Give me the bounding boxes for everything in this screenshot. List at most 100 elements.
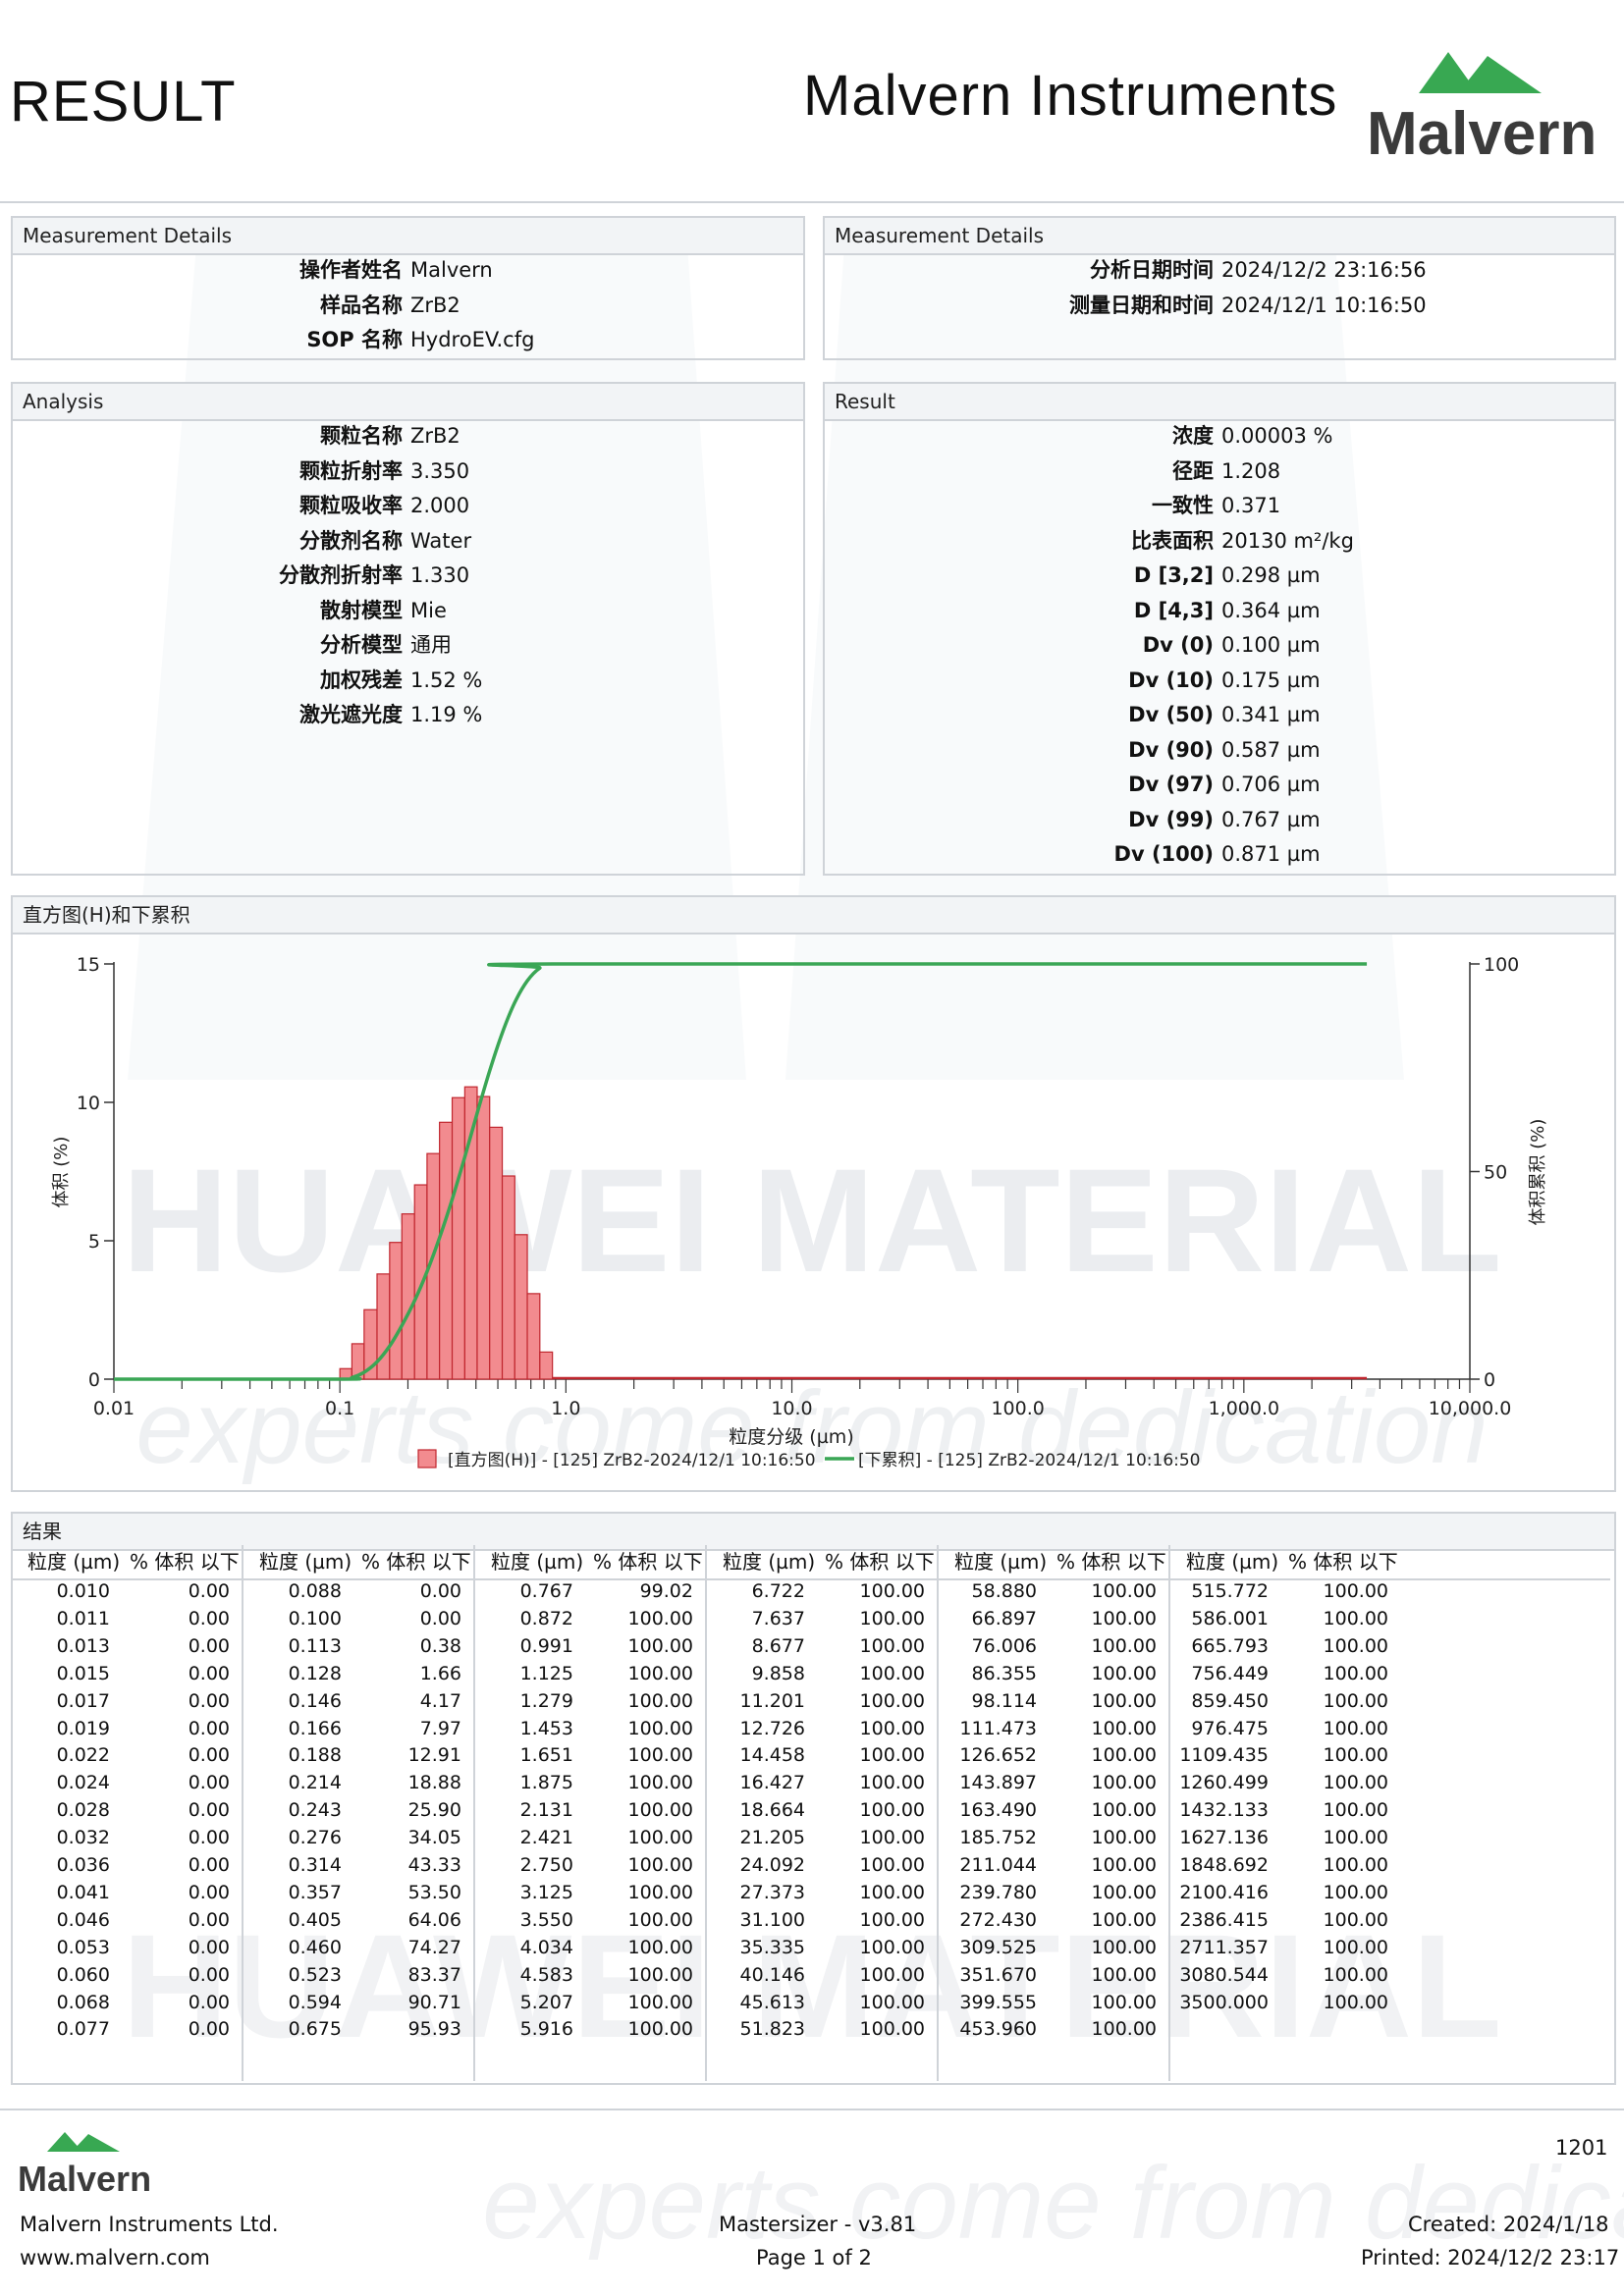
table-cell-size: 0.675 xyxy=(288,2018,342,2041)
histogram-bar xyxy=(489,1126,504,1380)
footer-website[interactable]: www.malvern.com xyxy=(20,2246,210,2269)
table-cell-size: 185.752 xyxy=(959,1827,1037,1849)
table-cell-volume: 0.00 xyxy=(188,1827,230,1849)
table-cell-volume: 100.00 xyxy=(859,1662,925,1684)
column-header-volume: % 体积 以下 xyxy=(130,1550,240,1574)
table-cell-size: 2.750 xyxy=(519,1854,573,1876)
table-cell-volume: 100.00 xyxy=(859,1963,925,1986)
table-cell-volume: 100.00 xyxy=(627,1991,693,2013)
column-header-size: 粒度 (µm) xyxy=(1186,1550,1279,1574)
table-cell-size: 0.019 xyxy=(56,1717,110,1739)
chart-svg: 0 5 10 15 0 50 100 0.01 0.1 1.0 10.0 100.0 1,000.0 10… xyxy=(51,954,1548,1470)
column-header-size: 粒度 (µm) xyxy=(491,1550,584,1574)
table-cell-volume: 100.00 xyxy=(627,1634,693,1657)
y-tick-label: 15 xyxy=(77,954,100,976)
table-cell-volume: 100.00 xyxy=(627,1963,693,1986)
table-cell-size: 351.670 xyxy=(959,1963,1037,1986)
table-cell-size: 1109.435 xyxy=(1179,1744,1269,1767)
footer-divider xyxy=(0,2109,1624,2110)
table-cell-volume: 100.00 xyxy=(859,1717,925,1739)
table-cell-size: 58.880 xyxy=(971,1580,1037,1602)
table-cell-size: 1.875 xyxy=(519,1772,573,1794)
y2-tick-label: 100 xyxy=(1484,954,1519,976)
table-cell-size: 0.017 xyxy=(56,1689,110,1712)
table-cell-volume: 0.00 xyxy=(188,1963,230,1986)
table-cell-volume: 99.02 xyxy=(639,1580,693,1602)
table-cell-volume: 100.00 xyxy=(1323,1744,1388,1767)
table-cell-size: 27.373 xyxy=(739,1881,805,1903)
histogram-bar xyxy=(526,1293,541,1380)
table-cell-size: 5.207 xyxy=(519,1991,573,2013)
table-cell-size: 9.858 xyxy=(751,1662,805,1684)
table-cell-volume: 0.00 xyxy=(188,1936,230,1958)
table-cell-volume: 100.00 xyxy=(859,1772,925,1794)
table-cell-size: 272.430 xyxy=(959,1908,1037,1931)
legend-cumulative-label: [下累积] - [125] ZrB2-2024/12/1 10:16:50 xyxy=(858,1451,1201,1470)
table-cell-size: 2.421 xyxy=(519,1827,573,1849)
table-cell-size: 126.652 xyxy=(959,1744,1037,1767)
table-cell-volume: 100.00 xyxy=(1091,1772,1157,1794)
table-cell-volume: 100.00 xyxy=(859,1827,925,1849)
column-header-volume: % 体积 以下 xyxy=(1056,1550,1166,1574)
column-header-volume: % 体积 以下 xyxy=(361,1550,471,1574)
table-cell-volume: 100.00 xyxy=(1091,1662,1157,1684)
table-cell-volume: 100.00 xyxy=(1091,1908,1157,1931)
table-cell-size: 3080.544 xyxy=(1179,1963,1269,1986)
table-cell-size: 40.146 xyxy=(739,1963,805,1986)
table-cell-size: 0.032 xyxy=(56,1827,110,1849)
table-cell-volume: 0.00 xyxy=(188,1580,230,1602)
y-tick-label: 5 xyxy=(88,1231,100,1253)
logo-text: Malvern xyxy=(18,2159,151,2197)
table-cell-size: 0.036 xyxy=(56,1854,110,1876)
table-cell-size: 239.780 xyxy=(959,1881,1037,1903)
table-cell-volume: 100.00 xyxy=(627,2018,693,2041)
table-cell-size: 859.450 xyxy=(1191,1689,1269,1712)
table-cell-size: 0.243 xyxy=(288,1799,342,1822)
table-cell-size: 1.453 xyxy=(519,1717,573,1739)
x-tick-label: 1,000.0 xyxy=(1209,1398,1280,1419)
table-cell-size: 586.001 xyxy=(1191,1607,1269,1629)
table-cell-size: 0.022 xyxy=(56,1744,110,1767)
table-cell-volume: 100.00 xyxy=(1323,1908,1388,1931)
table-cell-volume: 0.00 xyxy=(188,1662,230,1684)
table-cell-volume: 100.00 xyxy=(627,1689,693,1712)
x-tick-label: 0.1 xyxy=(325,1398,354,1419)
x-tick-label: 100.0 xyxy=(991,1398,1044,1419)
column-header-volume: % 体积 以下 xyxy=(1288,1550,1398,1574)
column-header-volume: % 体积 以下 xyxy=(825,1550,935,1574)
table-cell-volume: 25.90 xyxy=(407,1799,461,1822)
table-cell-size: 0.276 xyxy=(288,1827,342,1849)
legend-histogram-label: [直方图(H)] - [125] ZrB2-2024/12/1 10:16:50 xyxy=(448,1451,816,1470)
table-cell-volume: 100.00 xyxy=(859,1580,925,1602)
table-cell-size: 756.449 xyxy=(1191,1662,1269,1684)
table-cell-volume: 0.00 xyxy=(188,1881,230,1903)
table-cell-volume: 0.00 xyxy=(188,1991,230,2013)
table-cell-volume: 34.05 xyxy=(407,1827,461,1849)
table-cell-size: 0.011 xyxy=(56,1607,110,1629)
histogram-bar xyxy=(476,1095,491,1380)
table-cell-volume: 100.00 xyxy=(1091,1580,1157,1602)
table-cell-size: 98.114 xyxy=(971,1689,1037,1712)
table-cell-size: 11.201 xyxy=(739,1689,805,1712)
table-cell-volume: 100.00 xyxy=(859,1908,925,1931)
table-cell-volume: 100.00 xyxy=(1091,1799,1157,1822)
table-cell-volume: 12.91 xyxy=(407,1744,461,1767)
legend-histogram-swatch xyxy=(417,1449,437,1468)
table-cell-volume: 100.00 xyxy=(627,1799,693,1822)
table-cell-volume: 100.00 xyxy=(1323,1717,1388,1739)
histogram-bar xyxy=(413,1184,428,1380)
table-cell-volume: 100.00 xyxy=(1091,1827,1157,1849)
table-cell-volume: 100.00 xyxy=(1323,1991,1388,2013)
table-cell-size: 35.335 xyxy=(739,1936,805,1958)
table-cell-size: 5.916 xyxy=(519,2018,573,2041)
histogram-bar xyxy=(501,1175,515,1380)
table-cell-size: 6.722 xyxy=(751,1580,805,1602)
table-cell-size: 0.214 xyxy=(288,1772,342,1794)
table-cell-size: 0.872 xyxy=(519,1607,573,1629)
table-cell-size: 66.897 xyxy=(971,1607,1037,1629)
table-cell-volume: 100.00 xyxy=(1323,1827,1388,1849)
table-cell-volume: 100.00 xyxy=(1323,1662,1388,1684)
table-cell-volume: 7.97 xyxy=(419,1717,461,1739)
table-cell-size: 51.823 xyxy=(739,2018,805,2041)
table-cell-size: 7.637 xyxy=(751,1607,805,1629)
